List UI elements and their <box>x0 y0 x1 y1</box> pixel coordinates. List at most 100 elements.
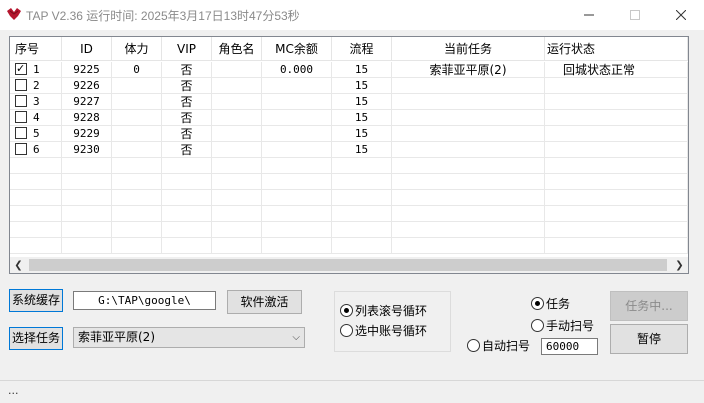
table-row[interactable]: 2 9226 否 15 <box>10 78 688 94</box>
cell-role <box>212 78 262 94</box>
cell-seq: 3 <box>10 94 62 110</box>
cell-seq <box>10 174 62 190</box>
radio-selected-loop[interactable]: 选中账号循环 <box>340 324 427 338</box>
col-header-stamina[interactable]: 体力 <box>112 37 162 61</box>
table-row[interactable] <box>10 238 688 254</box>
row-checkbox[interactable] <box>15 79 27 91</box>
horizontal-scrollbar[interactable]: ❮ ❯ <box>10 257 688 273</box>
col-header-seq[interactable]: 序号 <box>10 37 62 61</box>
table-row[interactable]: 4 9228 否 15 <box>10 110 688 126</box>
cell-vip <box>162 206 212 222</box>
col-header-role[interactable]: 角色名 <box>212 37 262 61</box>
cell-stamina <box>112 206 162 222</box>
cell-role <box>212 110 262 126</box>
col-header-vip[interactable]: VIP <box>162 37 212 61</box>
pause-button[interactable]: 暂停 <box>610 324 688 354</box>
row-checkbox[interactable] <box>15 63 27 75</box>
cell-vip: 否 <box>162 78 212 94</box>
cell-task: 索菲亚平原(2) <box>392 62 545 78</box>
cell-seq <box>10 206 62 222</box>
row-checkbox[interactable] <box>15 143 27 155</box>
radio-mode-task-label: 任务 <box>546 297 571 311</box>
table-row[interactable] <box>10 174 688 190</box>
table-row[interactable]: 3 9227 否 15 <box>10 94 688 110</box>
cell-id <box>62 238 112 254</box>
running-button[interactable]: 任务中... <box>610 291 688 321</box>
col-header-id[interactable]: ID <box>62 37 112 61</box>
cell-vip <box>162 238 212 254</box>
cell-role <box>212 174 262 190</box>
cell-stamina <box>112 94 162 110</box>
close-button[interactable] <box>658 0 704 30</box>
radio-mode-manual-scan[interactable]: 手动扫号 <box>531 319 594 333</box>
scroll-thumb[interactable] <box>29 259 667 271</box>
select-task-button[interactable]: 选择任务 <box>9 327 63 350</box>
system-cache-button[interactable]: 系统缓存 <box>9 289 63 312</box>
cell-status <box>545 126 688 142</box>
cell-flow: 15 <box>332 62 392 78</box>
cell-mc <box>262 78 332 94</box>
row-checkbox[interactable] <box>15 111 27 123</box>
cell-vip: 否 <box>162 142 212 158</box>
col-header-status[interactable]: 运行状态 <box>545 37 688 61</box>
cell-mc: 0.000 <box>262 62 332 78</box>
row-checkbox[interactable] <box>15 95 27 107</box>
radio-mode-task[interactable]: 任务 <box>531 297 570 311</box>
cell-id <box>62 206 112 222</box>
cell-status <box>545 142 688 158</box>
scroll-left-arrow-icon[interactable]: ❮ <box>10 257 27 273</box>
radio-indicator <box>467 339 480 352</box>
status-text: ... <box>8 384 19 397</box>
cell-status <box>545 190 688 206</box>
cell-status <box>545 222 688 238</box>
cell-task <box>392 158 545 174</box>
minimize-icon <box>584 14 594 16</box>
cell-flow <box>332 158 392 174</box>
maximize-button[interactable] <box>612 0 658 30</box>
cell-role <box>212 238 262 254</box>
table-row[interactable]: 5 9229 否 15 <box>10 126 688 142</box>
table-row[interactable]: 6 9230 否 15 <box>10 142 688 158</box>
cell-flow <box>332 222 392 238</box>
cell-id: 9227 <box>62 94 112 110</box>
cell-seq: 2 <box>10 78 62 94</box>
radio-list-loop[interactable]: 列表滚号循环 <box>340 304 427 318</box>
window-title: TAP V2.36 运行时间: 2025年3月17日13时47分53秒 <box>26 9 300 23</box>
table-row[interactable] <box>10 222 688 238</box>
row-checkbox[interactable] <box>15 127 27 139</box>
cell-flow: 15 <box>332 110 392 126</box>
cell-status <box>545 158 688 174</box>
account-grid[interactable]: 序号 ID 体力 VIP 角色名 MC余额 流程 当前任务 运行状态 1 9225… <box>9 36 689 274</box>
table-row[interactable]: 1 92250否 0.00015索菲亚平原(2)回城状态正常 <box>10 62 688 78</box>
cell-seq: 5 <box>10 126 62 142</box>
task-select-value: 索菲亚平原(2) <box>78 330 155 344</box>
path-input[interactable]: G:\TAP\google\ <box>73 291 216 310</box>
auto-scan-interval-input[interactable]: 60000 <box>541 338 598 355</box>
cell-vip: 否 <box>162 110 212 126</box>
radio-mode-auto-scan[interactable]: 自动扫号 <box>467 339 530 353</box>
cell-id <box>62 190 112 206</box>
cell-role <box>212 158 262 174</box>
cell-mc <box>262 158 332 174</box>
table-row[interactable] <box>10 158 688 174</box>
cell-task <box>392 222 545 238</box>
table-row[interactable] <box>10 190 688 206</box>
table-row[interactable] <box>10 206 688 222</box>
cell-task <box>392 110 545 126</box>
row-seq: 1 <box>33 63 40 76</box>
col-header-task[interactable]: 当前任务 <box>392 37 545 61</box>
col-header-flow[interactable]: 流程 <box>332 37 392 61</box>
minimize-button[interactable] <box>566 0 612 30</box>
cell-id <box>62 158 112 174</box>
radio-indicator <box>531 319 544 332</box>
radio-indicator <box>531 297 544 310</box>
scroll-right-arrow-icon[interactable]: ❯ <box>671 257 688 273</box>
cell-vip: 否 <box>162 126 212 142</box>
cell-task <box>392 174 545 190</box>
cell-mc <box>262 222 332 238</box>
activate-button[interactable]: 软件激活 <box>227 290 302 314</box>
cell-status <box>545 174 688 190</box>
task-select[interactable]: 索菲亚平原(2) ⌵ <box>73 327 305 348</box>
cell-role <box>212 142 262 158</box>
col-header-mc[interactable]: MC余额 <box>262 37 332 61</box>
